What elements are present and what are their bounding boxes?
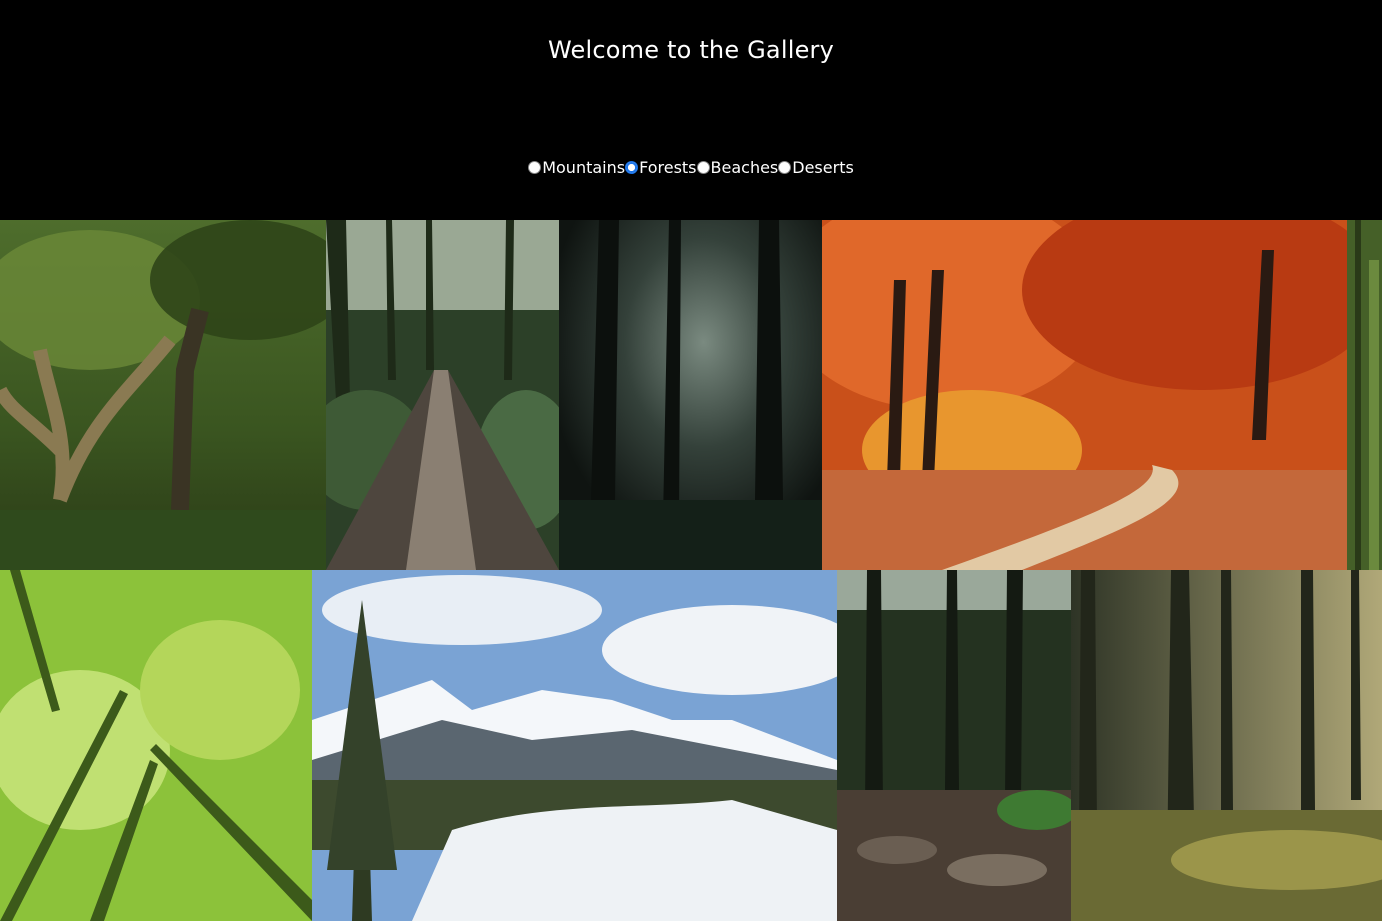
gallery-image-forest-stream-rocks[interactable] [837,570,1071,921]
radio-mountains[interactable] [528,161,542,174]
sunlit-pine-image [1071,570,1382,921]
gallery-image-misty-dark-forest[interactable] [559,220,822,570]
snowy-mountain-image [312,570,837,921]
filter-forests[interactable]: Forests [625,158,697,177]
category-filter-group: Mountains Forests Beaches Deserts [0,158,1382,177]
gallery-image-sunlit-pine-forest[interactable] [1071,570,1382,921]
boardwalk-image [326,220,559,570]
filter-beaches[interactable]: Beaches [696,158,779,177]
gallery-image-forest-edge-strip[interactable] [1347,220,1382,570]
radio-forests[interactable] [625,161,639,174]
filter-label-beaches: Beaches [710,158,779,177]
mossy-oak-image [0,220,326,570]
filter-label-forests: Forests [639,158,697,177]
gallery-image-wooden-boardwalk-forest[interactable] [326,220,559,570]
filter-deserts[interactable]: Deserts [778,158,854,177]
radio-deserts[interactable] [778,161,792,174]
filter-label-mountains: Mountains [542,158,626,177]
page-header: Welcome to the Gallery Mountains Forests… [0,0,1382,220]
filter-label-deserts: Deserts [792,158,854,177]
gallery-image-green-canopy[interactable] [0,570,312,921]
green-canopy-image [0,570,312,921]
page-title: Welcome to the Gallery [547,36,835,64]
gallery-image-snowy-mountain-pines[interactable] [312,570,837,921]
gallery-image-autumn-forest-path[interactable] [822,220,1347,570]
forest-strip-image [1347,220,1382,570]
misty-forest-image [559,220,822,570]
radio-beaches[interactable] [696,161,710,174]
filter-mountains[interactable]: Mountains [528,158,625,177]
autumn-forest-image [822,220,1347,570]
forest-stream-image [837,570,1071,921]
gallery-image-mossy-oak-forest[interactable] [0,220,326,570]
